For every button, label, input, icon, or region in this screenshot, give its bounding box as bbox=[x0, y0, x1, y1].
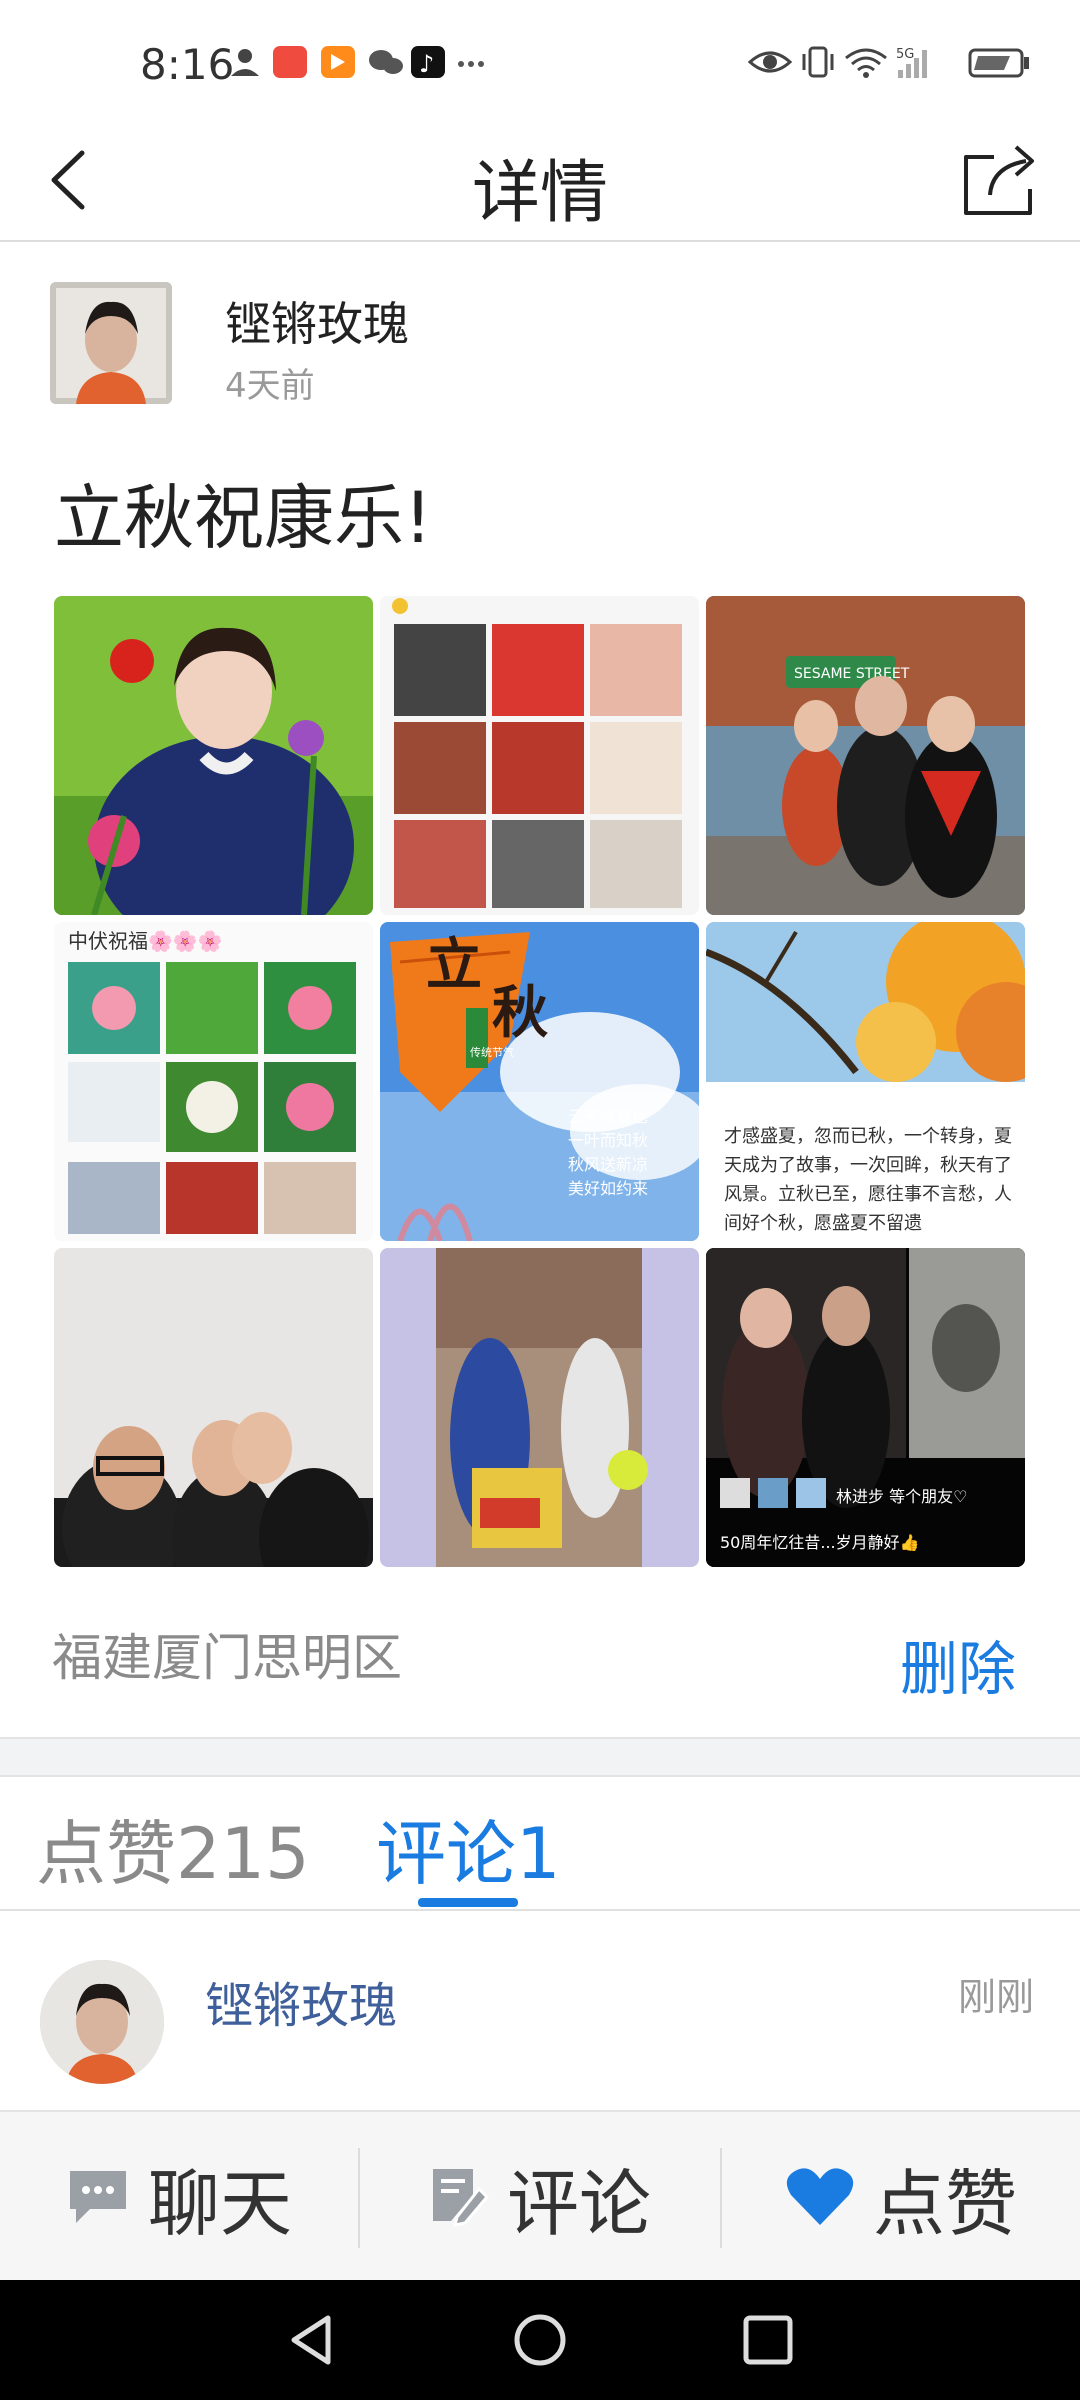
chat-label: 聊天 bbox=[147, 2161, 292, 2246]
share-button[interactable] bbox=[960, 139, 1040, 219]
svg-text:♪: ♪ bbox=[419, 50, 434, 78]
section-divider bbox=[0, 1737, 1080, 1777]
nav-recents-icon[interactable] bbox=[740, 2312, 796, 2368]
page-title: 详情 bbox=[471, 154, 608, 233]
status-time: 8:16 bbox=[140, 40, 235, 89]
comment-label: 评论 bbox=[506, 2161, 651, 2246]
photo-9[interactable]: 林进步 等个朋友♡ 50周年忆往昔...岁月静好👍 bbox=[706, 1248, 1025, 1567]
active-tab-indicator bbox=[418, 1898, 518, 1907]
edit-icon bbox=[432, 2169, 489, 2227]
share-icon bbox=[964, 145, 1034, 215]
tab-likes[interactable]: 点赞215 bbox=[36, 1798, 310, 1899]
photo-8[interactable] bbox=[380, 1248, 699, 1567]
post-text: 立秋祝康乐! bbox=[54, 477, 433, 559]
poster-line-3: 秋风送新凉 bbox=[568, 1155, 648, 1174]
comment-button[interactable]: 评论 bbox=[360, 2112, 720, 2282]
poster-line-4: 美好如约来 bbox=[568, 1179, 648, 1198]
like-label: 点赞 bbox=[872, 2161, 1017, 2246]
header-bar: 详情 bbox=[0, 125, 1080, 242]
photo-3[interactable]: SESAME STREET bbox=[706, 596, 1025, 915]
chat-icon bbox=[69, 2171, 126, 2223]
comment-author[interactable]: 铿锵玫瑰 bbox=[205, 1966, 397, 2036]
delete-button[interactable]: 删除 bbox=[900, 1622, 1016, 1706]
photo-4-caption: 中伏祝福🌸🌸🌸 bbox=[68, 929, 223, 953]
status-bar: 8:16 ♪ 5G bbox=[0, 0, 1080, 125]
nav-back-icon[interactable] bbox=[282, 2310, 342, 2370]
comment-time: 刚刚 bbox=[958, 1975, 1035, 2019]
post-location: 福建厦门思明区 bbox=[52, 1629, 402, 1687]
poster-line-2: 一叶而知秋 bbox=[568, 1131, 648, 1150]
post-time: 4天前 bbox=[225, 366, 315, 406]
author-name[interactable]: 铿锵玫瑰 bbox=[225, 288, 409, 354]
tab-divider bbox=[0, 1909, 1080, 1911]
comment-avatar[interactable] bbox=[40, 1960, 164, 2084]
photo-4[interactable]: 中伏祝福🌸🌸🌸 bbox=[54, 922, 373, 1241]
tab-comments[interactable]: 评论1 bbox=[376, 1798, 561, 1899]
friends-text: 林进步 等个朋友♡ bbox=[836, 1487, 967, 1506]
chat-button[interactable]: 聊天 bbox=[0, 2112, 358, 2282]
photo-7[interactable] bbox=[54, 1248, 373, 1567]
photo-1[interactable] bbox=[54, 596, 373, 915]
status-right-icons: 5G bbox=[748, 46, 1029, 78]
like-button[interactable]: 点赞 bbox=[722, 2112, 1080, 2282]
photo-6-text: 才感盛夏，忽而已秋，一个转身，夏天成为了故事，一次回眸，秋天有了风景。立秋已至，… bbox=[724, 1126, 1012, 1234]
photo-5[interactable]: 立 秋 传统节气 云天收夏色 一叶而知秋 秋风送新凉 美好如约来 bbox=[380, 922, 699, 1241]
heart-icon bbox=[786, 2168, 854, 2225]
photo-grid: SESAME STREET 中伏祝福🌸🌸🌸 立 秋 传统节气 云天收夏色 一叶而… bbox=[54, 596, 1026, 1568]
photo-6[interactable]: 才感盛夏，忽而已秋，一个转身，夏天成为了故事，一次回眸，秋天有了风景。立秋已至，… bbox=[706, 922, 1025, 1241]
photo-2[interactable] bbox=[380, 596, 699, 915]
poster-char-1: 立 bbox=[426, 933, 482, 998]
poster-char-2: 秋 bbox=[492, 981, 548, 1046]
poster-sub: 传统节气 bbox=[470, 1045, 514, 1059]
author-avatar[interactable] bbox=[50, 282, 172, 404]
poster-line-1: 云天收夏色 bbox=[568, 1107, 648, 1126]
memory-caption: 50周年忆往昔...岁月静好👍 bbox=[720, 1533, 920, 1552]
nav-home-icon[interactable] bbox=[510, 2310, 570, 2370]
system-nav-bar bbox=[0, 2280, 1080, 2400]
action-bar: 聊天 评论 点赞 bbox=[0, 2110, 1080, 2282]
notification-icons: ♪ bbox=[231, 46, 484, 78]
network-label: 5G bbox=[896, 47, 914, 62]
